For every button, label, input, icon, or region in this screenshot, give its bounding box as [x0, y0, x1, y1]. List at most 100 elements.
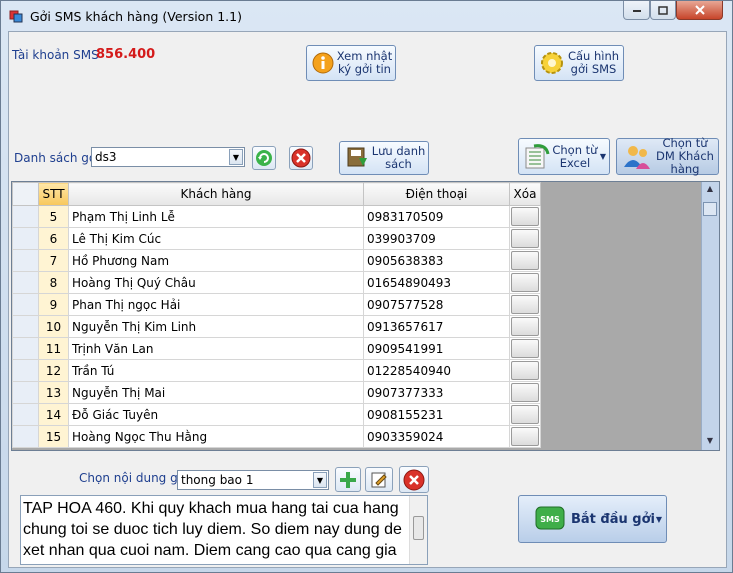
cell-delete [509, 271, 541, 294]
cell-delete [509, 403, 541, 426]
customer-grid[interactable]: STT Khách hàng Điện thoại Xóa 5 Phạm Thị … [11, 181, 720, 451]
cell-delete [509, 249, 541, 272]
cell-phone[interactable]: 0905638383 [363, 249, 510, 272]
delete-row-button[interactable] [511, 427, 539, 446]
table-row[interactable]: 7 Hồ Phương Nam 0905638383 [12, 249, 541, 272]
row-selector[interactable] [12, 227, 39, 250]
cell-phone[interactable]: 0907577528 [363, 293, 510, 316]
cell-customer[interactable]: Nguyễn Thị Mai [68, 381, 364, 404]
delete-row-button[interactable] [511, 295, 539, 314]
save-list-button[interactable]: Lưu danh sách [339, 141, 429, 175]
refresh-button[interactable] [252, 146, 276, 170]
delete-icon [291, 148, 311, 168]
message-scrollbar[interactable] [409, 496, 427, 564]
row-selector[interactable] [12, 381, 39, 404]
table-row[interactable]: 6 Lê Thị Kim Cúc 039903709 [12, 227, 541, 250]
cell-phone[interactable]: 01228540940 [363, 359, 510, 382]
cell-delete [509, 359, 541, 382]
message-textarea[interactable]: TAP HOA 460. Khi quy khach mua hang tai … [20, 495, 428, 565]
message-scroll-thumb[interactable] [413, 516, 424, 540]
cell-customer[interactable]: Hồ Phương Nam [68, 249, 364, 272]
table-row[interactable]: 12 Trần Tú 01228540940 [12, 359, 541, 382]
delete-row-button[interactable] [511, 317, 539, 336]
row-selector[interactable] [12, 315, 39, 338]
cell-phone[interactable]: 039903709 [363, 227, 510, 250]
cell-delete [509, 337, 541, 360]
choose-excel-button[interactable]: Chọn từ Excel ▼ [518, 138, 610, 175]
column-header-stt[interactable]: STT [38, 182, 69, 206]
scroll-down-icon[interactable]: ▼ [704, 436, 716, 448]
content-select[interactable]: thong bao 1 ▼ [177, 470, 329, 490]
maximize-icon [658, 5, 668, 15]
table-row[interactable]: 10 Nguyễn Thị Kim Linh 0913657617 [12, 315, 541, 338]
add-content-button[interactable] [335, 467, 361, 492]
table-row[interactable]: 9 Phan Thị ngọc Hải 0907577528 [12, 293, 541, 316]
close-button[interactable] [676, 1, 723, 20]
table-row[interactable]: 5 Phạm Thị Linh Lễ 0983170509 [12, 205, 541, 228]
cell-customer[interactable]: Hoàng Thị Quý Châu [68, 271, 364, 294]
scroll-up-icon[interactable]: ▲ [704, 184, 716, 196]
row-selector[interactable] [12, 293, 39, 316]
chevron-down-icon[interactable]: ▼ [229, 149, 243, 165]
title-bar: Gởi SMS khách hàng (Version 1.1) [1, 1, 732, 31]
delete-row-button[interactable] [511, 251, 539, 270]
row-selector[interactable] [12, 271, 39, 294]
sms-icon: SMS [535, 506, 565, 530]
cell-phone[interactable]: 0907377333 [363, 381, 510, 404]
delete-row-button[interactable] [511, 339, 539, 358]
delete-row-button[interactable] [511, 229, 539, 248]
choose-customer-button[interactable]: Chọn từ DM Khách hàng [616, 137, 719, 176]
cell-phone[interactable]: 0903359024 [363, 425, 510, 448]
edit-content-button[interactable] [365, 467, 393, 492]
delete-row-button[interactable] [511, 207, 539, 226]
cell-customer[interactable]: Trịnh Văn Lan [68, 337, 364, 360]
row-selector[interactable] [12, 205, 39, 228]
cell-phone[interactable]: 0913657617 [363, 315, 510, 338]
cell-stt: 9 [38, 293, 69, 316]
delete-row-button[interactable] [511, 405, 539, 424]
table-row[interactable]: 15 Hoàng Ngọc Thu Hằng 0903359024 [12, 425, 541, 448]
table-row[interactable]: 14 Đỗ Giác Tuyên 0908155231 [12, 403, 541, 426]
start-send-button[interactable]: SMS Bắt đầu gởi ▼ [518, 495, 667, 543]
chevron-down-icon[interactable]: ▼ [313, 472, 327, 488]
cell-customer[interactable]: Phan Thị ngọc Hải [68, 293, 364, 316]
grid-scrollbar[interactable]: ▲ ▼ [701, 182, 719, 450]
row-selector[interactable] [12, 249, 39, 272]
send-list-select[interactable]: ds3 ▼ [91, 147, 245, 167]
cell-phone[interactable]: 0908155231 [363, 403, 510, 426]
scroll-thumb[interactable] [703, 202, 717, 216]
cell-delete [509, 227, 541, 250]
cell-stt: 14 [38, 403, 69, 426]
delete-row-button[interactable] [511, 273, 539, 292]
cell-customer[interactable]: Trần Tú [68, 359, 364, 382]
cell-customer[interactable]: Nguyễn Thị Kim Linh [68, 315, 364, 338]
cell-customer[interactable]: Đỗ Giác Tuyên [68, 403, 364, 426]
maximize-button[interactable] [650, 1, 676, 20]
cell-customer[interactable]: Lê Thị Kim Cúc [68, 227, 364, 250]
configure-button[interactable]: Cấu hình gởi SMS [534, 45, 624, 81]
delete-content-button[interactable] [399, 466, 429, 493]
cell-phone[interactable]: 01654890493 [363, 271, 510, 294]
table-row[interactable]: 13 Nguyễn Thị Mai 0907377333 [12, 381, 541, 404]
delete-row-button[interactable] [511, 361, 539, 380]
send-list-label: Danh sách gởi [14, 151, 100, 165]
cell-customer[interactable]: Hoàng Ngọc Thu Hằng [68, 425, 364, 448]
column-header-delete[interactable]: Xóa [509, 182, 541, 206]
svg-text:SMS: SMS [540, 515, 560, 524]
cell-customer[interactable]: Phạm Thị Linh Lễ [68, 205, 364, 228]
table-row[interactable]: 8 Hoàng Thị Quý Châu 01654890493 [12, 271, 541, 294]
view-log-button[interactable]: Xem nhật ký gởi tin [306, 45, 396, 81]
column-header-phone[interactable]: Điện thoại [363, 182, 510, 206]
cell-phone[interactable]: 0983170509 [363, 205, 510, 228]
delete-list-button[interactable] [289, 146, 313, 170]
main-window: Gởi SMS khách hàng (Version 1.1) Tài kho… [0, 0, 733, 573]
row-selector[interactable] [12, 425, 39, 448]
row-selector[interactable] [12, 359, 39, 382]
cell-phone[interactable]: 0909541991 [363, 337, 510, 360]
column-header-customer[interactable]: Khách hàng [68, 182, 364, 206]
table-row[interactable]: 11 Trịnh Văn Lan 0909541991 [12, 337, 541, 360]
delete-row-button[interactable] [511, 383, 539, 402]
row-selector[interactable] [12, 337, 39, 360]
row-selector[interactable] [12, 403, 39, 426]
minimize-button[interactable] [623, 1, 650, 20]
